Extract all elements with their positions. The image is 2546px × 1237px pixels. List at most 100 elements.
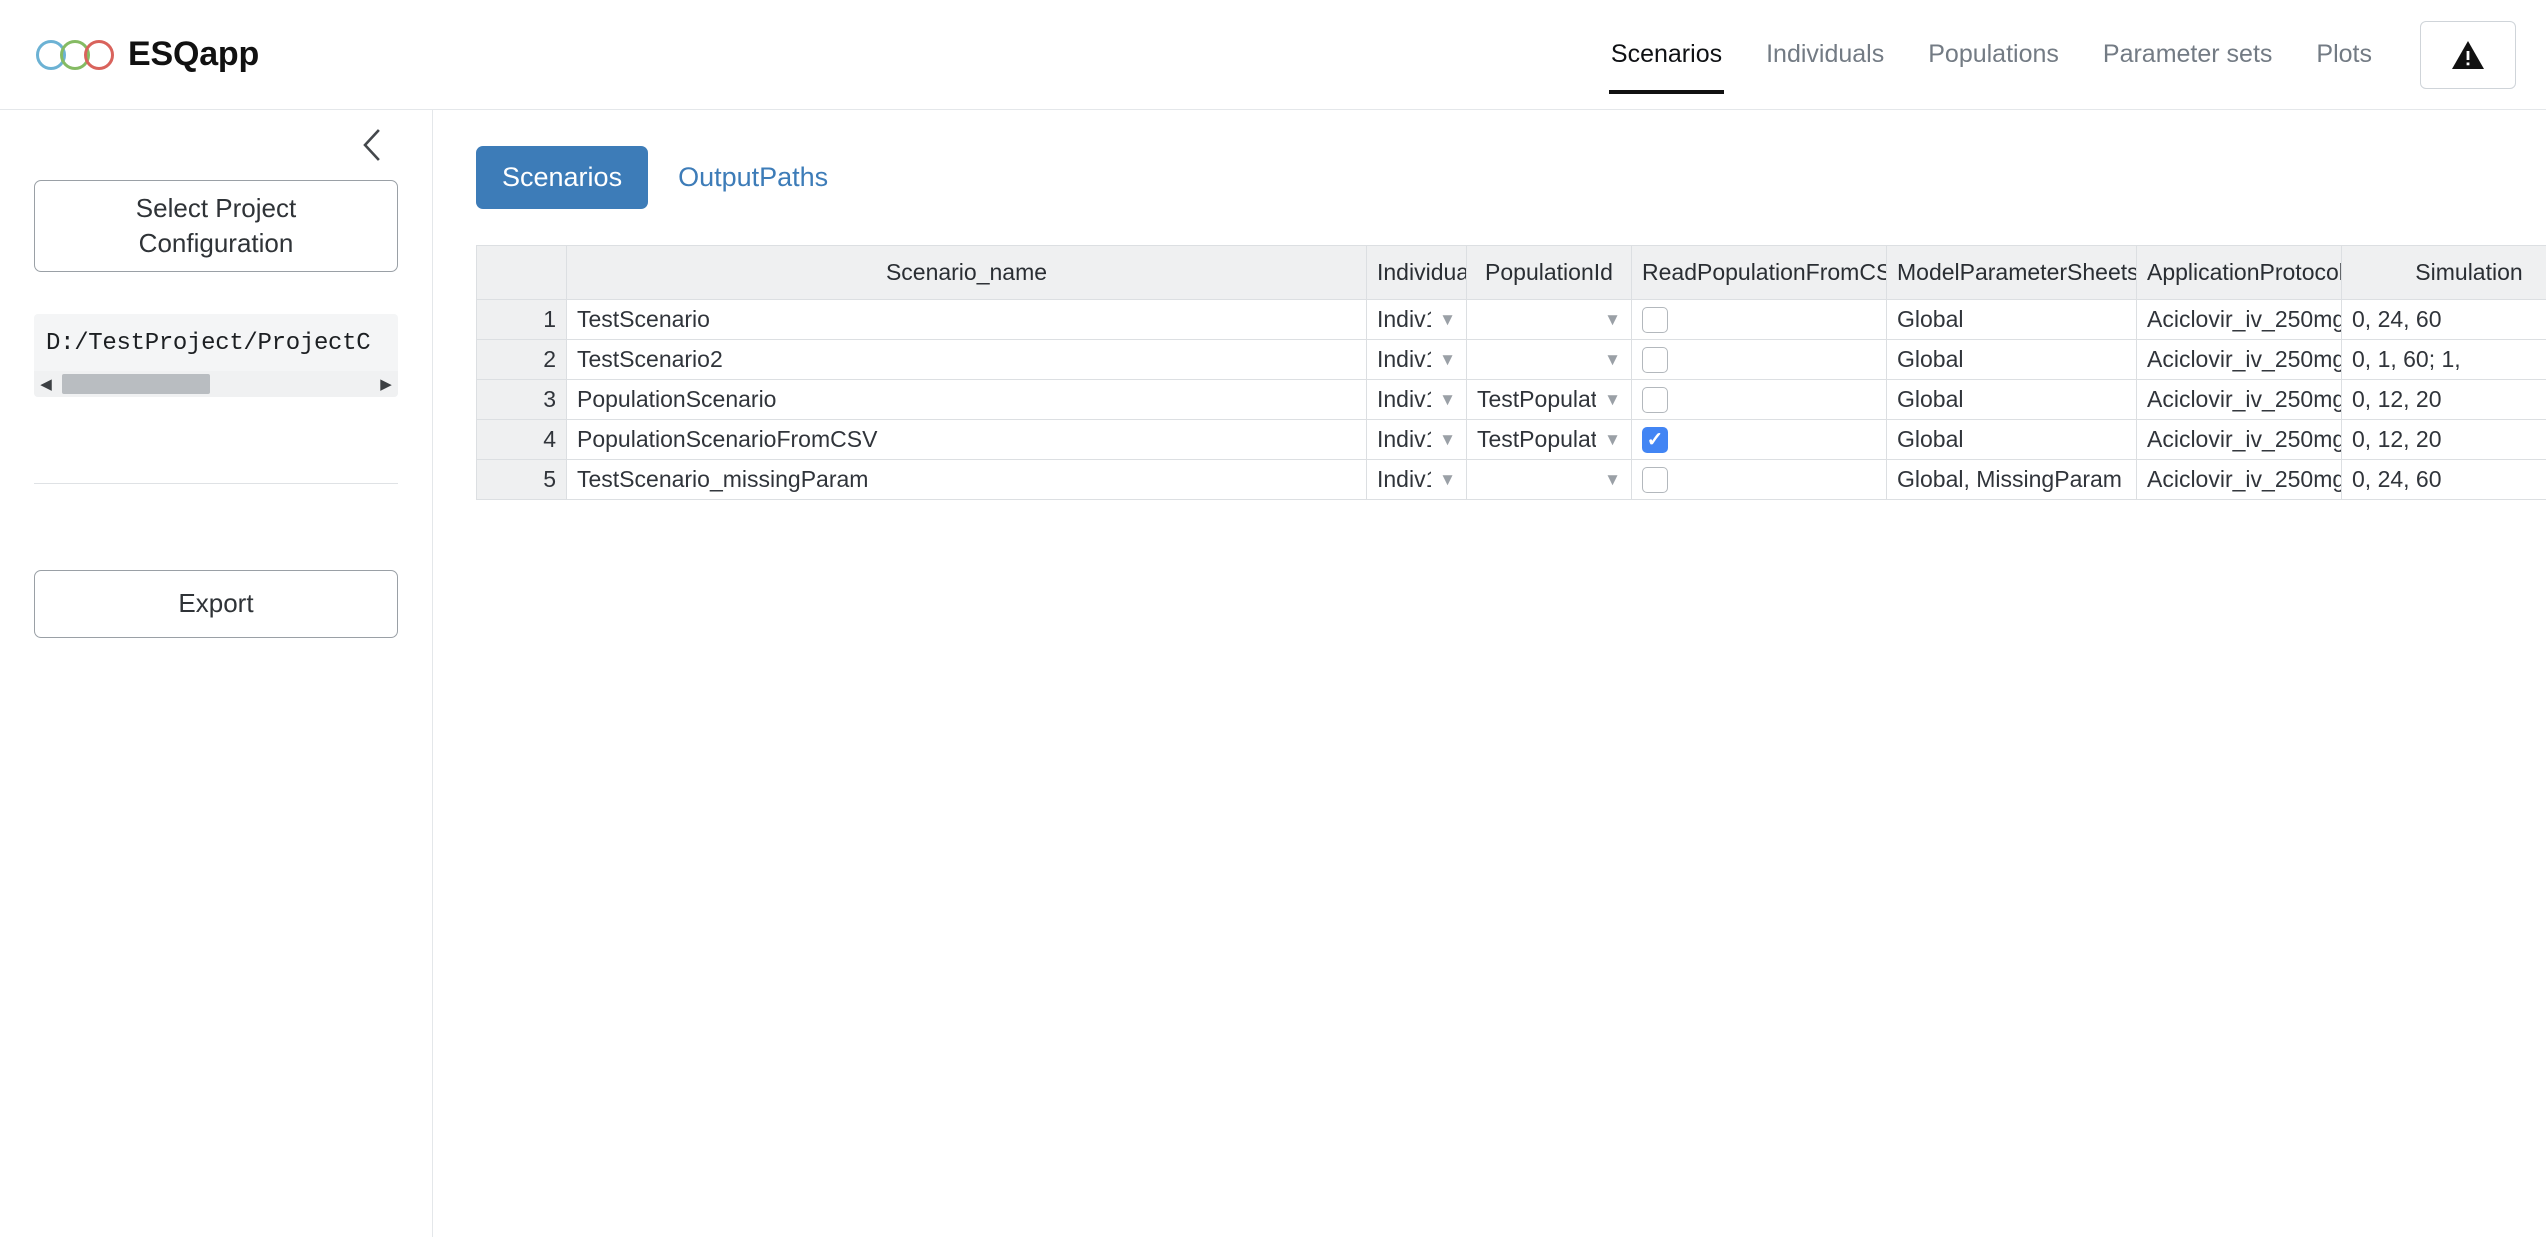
tab-scenarios[interactable]: Scenarios — [476, 146, 649, 209]
column-header-read-population-from-csv[interactable]: ReadPopulationFromCSV — [1631, 245, 1887, 300]
chevron-down-icon[interactable]: ▼ — [1439, 431, 1456, 448]
logo-rings-icon — [36, 38, 114, 72]
table-header-row: Scenario_name IndividualId PopulationId … — [476, 245, 2546, 300]
cell-model-parameter-sheets[interactable]: Global — [1886, 379, 2137, 420]
cell-scenario-name[interactable]: TestScenario — [566, 299, 1367, 340]
cell-population-id[interactable]: ▼ — [1466, 299, 1632, 340]
scenarios-table-container: Scenario_name IndividualId PopulationId … — [476, 245, 2546, 500]
cell-simulation[interactable]: 0, 12, 20 — [2341, 419, 2546, 460]
cell-scenario-name[interactable]: TestScenario2 — [566, 339, 1367, 380]
logo-ring-red — [84, 39, 114, 70]
nav-item-scenarios[interactable]: Scenarios — [1589, 0, 1744, 110]
column-header-application-protocol[interactable]: ApplicationProtocol — [2136, 245, 2342, 300]
content-tabs: Scenarios OutputPaths — [476, 146, 2546, 209]
checkbox-read-population-from-csv[interactable]: ✓ — [1642, 467, 1668, 494]
cell-population-id[interactable]: ▼ — [1466, 339, 1632, 380]
column-header-rownum[interactable] — [476, 245, 567, 300]
cell-population-id[interactable]: ▼ — [1466, 459, 1632, 500]
cell-simulation[interactable]: 0, 24, 60 — [2341, 459, 2546, 500]
cell-individual-id[interactable]: Indiv1▼ — [1366, 459, 1467, 500]
cell-model-parameter-sheets[interactable]: Global, MissingParam — [1886, 459, 2137, 500]
sidebar-divider — [34, 483, 398, 484]
chevron-down-icon[interactable]: ▼ — [1439, 391, 1456, 408]
cell-application-protocol[interactable]: Aciclovir_iv_250mg — [2136, 419, 2342, 460]
cell-read-population-from-csv[interactable]: ✓ — [1631, 419, 1887, 460]
cell-scenario-name[interactable]: PopulationScenario — [566, 379, 1367, 420]
scrollbar-thumb[interactable] — [62, 374, 210, 394]
column-header-model-parameter-sheets[interactable]: ModelParameterSheets — [1886, 245, 2137, 300]
column-header-individual-id[interactable]: IndividualId — [1366, 245, 1467, 300]
cell-simulation[interactable]: 0, 12, 20 — [2341, 379, 2546, 420]
cell-individual-id[interactable]: Indiv1▼ — [1366, 299, 1467, 340]
scroll-left-arrow-icon[interactable]: ◀ — [38, 377, 54, 392]
cell-application-protocol[interactable]: Aciclovir_iv_250mg — [2136, 459, 2342, 500]
chevron-down-icon[interactable]: ▼ — [1604, 471, 1621, 488]
cell-row-number: 2 — [476, 339, 567, 380]
sidebar-collapse-button[interactable] — [350, 123, 394, 167]
cell-row-number: 4 — [476, 419, 567, 460]
cell-application-protocol[interactable]: Aciclovir_iv_250mg — [2136, 299, 2342, 340]
cell-read-population-from-csv[interactable]: ✓ — [1631, 339, 1887, 380]
table-row[interactable]: 3PopulationScenarioIndiv1▼TestPopulation… — [476, 379, 2546, 420]
sidebar: Select Project Configuration D:/TestProj… — [0, 110, 433, 1237]
table-row[interactable]: 1TestScenarioIndiv1▼▼✓GlobalAciclovir_iv… — [476, 299, 2546, 340]
cell-population-id[interactable]: TestPopulation▼ — [1466, 419, 1632, 460]
scroll-right-arrow-icon[interactable]: ▶ — [378, 377, 394, 392]
chevron-down-icon[interactable]: ▼ — [1604, 391, 1621, 408]
project-path-scrollbar[interactable]: ◀ ▶ — [34, 371, 398, 397]
cell-scenario-name[interactable]: TestScenario_missingParam — [566, 459, 1367, 500]
checkbox-read-population-from-csv[interactable]: ✓ — [1642, 347, 1668, 374]
cell-read-population-from-csv[interactable]: ✓ — [1631, 459, 1887, 500]
column-header-simulation[interactable]: Simulation — [2341, 245, 2546, 300]
cell-model-parameter-sheets[interactable]: Global — [1886, 339, 2137, 380]
checkbox-read-population-from-csv[interactable]: ✓ — [1642, 387, 1668, 414]
cell-application-protocol[interactable]: Aciclovir_iv_250mg — [2136, 339, 2342, 380]
chevron-down-icon[interactable]: ▼ — [1439, 311, 1456, 328]
cell-read-population-from-csv[interactable]: ✓ — [1631, 299, 1887, 340]
main-navigation: Scenarios Individuals Populations Parame… — [1589, 0, 2516, 110]
chevron-down-icon[interactable]: ▼ — [1604, 311, 1621, 328]
cell-row-number: 5 — [476, 459, 567, 500]
cell-population-id[interactable]: TestPopulation▼ — [1466, 379, 1632, 420]
cell-simulation[interactable]: 0, 24, 60 — [2341, 299, 2546, 340]
chevron-down-icon[interactable]: ▼ — [1604, 351, 1621, 368]
column-header-scenario-name[interactable]: Scenario_name — [566, 245, 1367, 300]
cell-row-number: 3 — [476, 379, 567, 420]
chevron-down-icon[interactable]: ▼ — [1604, 431, 1621, 448]
body-container: Select Project Configuration D:/TestProj… — [0, 110, 2546, 1237]
cell-model-parameter-sheets[interactable]: Global — [1886, 299, 2137, 340]
chevron-down-icon[interactable]: ▼ — [1439, 471, 1456, 488]
brand-logo: ESQapp — [36, 35, 259, 74]
nav-item-plots[interactable]: Plots — [2294, 0, 2394, 110]
application-window: ESQapp Scenarios Individuals Populations… — [0, 0, 2546, 1237]
cell-simulation[interactable]: 0, 1, 60; 1, — [2341, 339, 2546, 380]
scenarios-table: Scenario_name IndividualId PopulationId … — [476, 245, 2546, 500]
project-path-box: D:/TestProject/ProjectC ◀ ▶ — [34, 314, 398, 397]
export-button[interactable]: Export — [34, 570, 398, 638]
nav-item-individuals[interactable]: Individuals — [1744, 0, 1906, 110]
cell-application-protocol[interactable]: Aciclovir_iv_250mg — [2136, 379, 2342, 420]
sidebar-collapse-row — [34, 110, 398, 180]
cell-individual-id[interactable]: Indiv1▼ — [1366, 419, 1467, 460]
brand-title: ESQapp — [128, 35, 260, 73]
cell-model-parameter-sheets[interactable]: Global — [1886, 419, 2137, 460]
checkbox-read-population-from-csv[interactable]: ✓ — [1642, 307, 1668, 334]
warning-triangle-icon — [2452, 40, 2484, 69]
column-header-population-id[interactable]: PopulationId — [1466, 245, 1632, 300]
table-row[interactable]: 4PopulationScenarioFromCSVIndiv1▼TestPop… — [476, 419, 2546, 460]
table-row[interactable]: 2TestScenario2Indiv1▼▼✓GlobalAciclovir_i… — [476, 339, 2546, 380]
checkbox-read-population-from-csv[interactable]: ✓ — [1642, 427, 1668, 454]
nav-item-parameter-sets[interactable]: Parameter sets — [2081, 0, 2295, 110]
warning-button[interactable] — [2420, 20, 2516, 89]
select-project-configuration-button[interactable]: Select Project Configuration — [34, 180, 398, 272]
chevron-down-icon[interactable]: ▼ — [1439, 351, 1456, 368]
table-row[interactable]: 5TestScenario_missingParamIndiv1▼▼✓Globa… — [476, 459, 2546, 500]
cell-individual-id[interactable]: Indiv1▼ — [1366, 339, 1467, 380]
tab-outputpaths[interactable]: OutputPaths — [652, 146, 854, 209]
table-body: 1TestScenarioIndiv1▼▼✓GlobalAciclovir_iv… — [476, 299, 2546, 500]
nav-item-populations[interactable]: Populations — [1906, 0, 2081, 110]
cell-row-number: 1 — [476, 299, 567, 340]
cell-read-population-from-csv[interactable]: ✓ — [1631, 379, 1887, 420]
cell-individual-id[interactable]: Indiv1▼ — [1366, 379, 1467, 420]
cell-scenario-name[interactable]: PopulationScenarioFromCSV — [566, 419, 1367, 460]
